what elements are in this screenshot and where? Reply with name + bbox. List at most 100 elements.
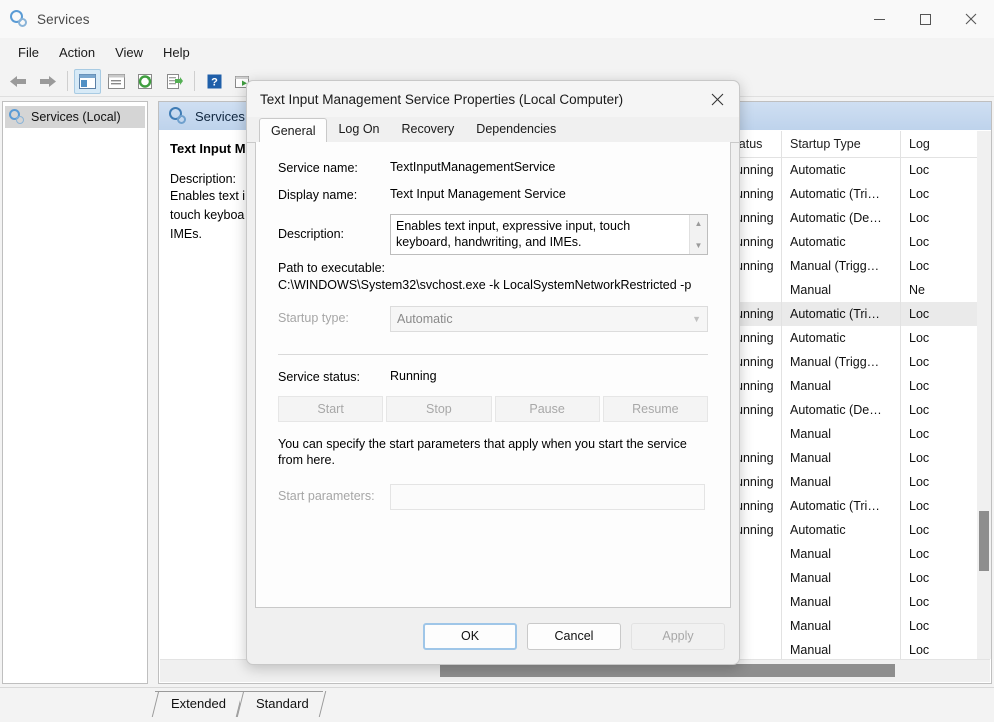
cell-startup: Manual bbox=[782, 427, 900, 441]
tab-log-on[interactable]: Log On bbox=[327, 117, 390, 142]
cell-logon: Loc bbox=[901, 451, 941, 465]
close-icon bbox=[711, 93, 724, 106]
table-row[interactable]: RunningAutomatic (Tri…Loc bbox=[719, 302, 977, 326]
properties-icon[interactable] bbox=[103, 69, 130, 94]
tab-extended[interactable]: Extended bbox=[155, 691, 240, 715]
horizontal-scrollbar-thumb[interactable] bbox=[440, 664, 895, 677]
description-text: Enables text input, expressive input, to… bbox=[396, 219, 630, 249]
cell-startup: Automatic bbox=[782, 235, 900, 249]
table-row[interactable]: RunningAutomatic (De…Loc bbox=[719, 398, 977, 422]
column-header-log-on-as[interactable]: Log bbox=[901, 137, 941, 151]
table-row[interactable]: ManualNe bbox=[719, 278, 977, 302]
table-row[interactable]: ManualLoc bbox=[719, 422, 977, 446]
cell-startup: Manual bbox=[782, 475, 900, 489]
start-button[interactable]: Start bbox=[278, 396, 383, 422]
cancel-button[interactable]: Cancel bbox=[527, 623, 621, 650]
cell-logon: Loc bbox=[901, 355, 941, 369]
sidebar-item-label: Services (Local) bbox=[31, 110, 121, 124]
service-name-value: TextInputManagementService bbox=[390, 160, 555, 174]
scroll-up-icon[interactable]: ▲ bbox=[690, 216, 707, 231]
cell-startup: Automatic bbox=[782, 163, 900, 177]
list-vertical-scrollbar[interactable] bbox=[977, 131, 991, 659]
description-scrollbar[interactable]: ▲ ▼ bbox=[689, 215, 707, 254]
table-row[interactable]: RunningAutomaticLoc bbox=[719, 518, 977, 542]
cell-startup: Manual bbox=[782, 571, 900, 585]
view-mode-tabs: Extended Standard bbox=[0, 687, 994, 722]
table-row[interactable]: RunningAutomatic (Tri…Loc bbox=[719, 494, 977, 518]
menu-action[interactable]: Action bbox=[49, 41, 105, 64]
dialog-title-bar: Text Input Management Service Properties… bbox=[247, 81, 739, 117]
table-row[interactable]: RunningAutomaticLoc bbox=[719, 230, 977, 254]
cell-startup: Manual bbox=[782, 619, 900, 633]
sidebar-item-services-local[interactable]: Services (Local) bbox=[5, 106, 145, 128]
menu-help[interactable]: Help bbox=[153, 41, 200, 64]
service-control-buttons: Start Stop Pause Resume bbox=[278, 396, 708, 422]
tab-standard[interactable]: Standard bbox=[240, 691, 323, 715]
cell-logon: Loc bbox=[901, 259, 941, 273]
start-parameters-hint: You can specify the start parameters tha… bbox=[278, 436, 708, 468]
refresh-icon[interactable] bbox=[132, 69, 159, 94]
table-row[interactable]: RunningManualLoc bbox=[719, 446, 977, 470]
close-button[interactable] bbox=[948, 0, 994, 38]
table-row[interactable]: RunningAutomatic (De…Loc bbox=[719, 206, 977, 230]
table-row[interactable]: RunningManual (Trigg…Loc bbox=[719, 254, 977, 278]
services-gear-icon bbox=[169, 107, 187, 125]
description-textarea[interactable]: Enables text input, expressive input, to… bbox=[390, 214, 708, 255]
cell-startup: Automatic (Tri… bbox=[782, 187, 900, 201]
ok-button[interactable]: OK bbox=[423, 623, 517, 650]
tab-dependencies[interactable]: Dependencies bbox=[465, 117, 567, 142]
table-row[interactable]: ManualLoc bbox=[719, 542, 977, 566]
tab-general[interactable]: General bbox=[259, 118, 327, 143]
cell-logon: Loc bbox=[901, 475, 941, 489]
cell-logon: Loc bbox=[901, 427, 941, 441]
back-arrow-icon[interactable] bbox=[5, 69, 32, 94]
services-table: Status Startup Type Log RunningAutomatic… bbox=[719, 131, 977, 659]
service-status-value: Running bbox=[390, 369, 437, 384]
cell-startup: Manual bbox=[782, 283, 900, 297]
cell-logon: Loc bbox=[901, 499, 941, 513]
startup-type-select[interactable]: Automatic ▼ bbox=[390, 306, 708, 332]
table-row[interactable]: RunningAutomaticLoc bbox=[719, 326, 977, 350]
cell-logon: Loc bbox=[901, 379, 941, 393]
table-row[interactable]: ManualLoc bbox=[719, 614, 977, 638]
stop-button[interactable]: Stop bbox=[386, 396, 491, 422]
table-header-row: Status Startup Type Log bbox=[719, 131, 977, 158]
dialog-close-button[interactable] bbox=[695, 81, 739, 117]
start-parameters-input[interactable] bbox=[390, 484, 705, 510]
scroll-down-icon[interactable]: ▼ bbox=[690, 238, 707, 253]
tab-recovery[interactable]: Recovery bbox=[391, 117, 466, 142]
forward-arrow-icon[interactable] bbox=[34, 69, 61, 94]
table-row[interactable]: ManualLoc bbox=[719, 566, 977, 590]
service-properties-dialog: Text Input Management Service Properties… bbox=[246, 80, 740, 665]
minimize-button[interactable] bbox=[856, 0, 902, 38]
description-row: Description: Enables text input, express… bbox=[278, 214, 708, 255]
show-hide-tree-icon[interactable] bbox=[74, 69, 101, 94]
cell-startup: Manual bbox=[782, 547, 900, 561]
table-row[interactable]: RunningManualLoc bbox=[719, 374, 977, 398]
resume-button[interactable]: Resume bbox=[603, 396, 708, 422]
table-row[interactable]: ManualLoc bbox=[719, 590, 977, 614]
vertical-scrollbar-thumb[interactable] bbox=[979, 511, 989, 571]
help-icon[interactable]: ? bbox=[201, 69, 228, 94]
maximize-button[interactable] bbox=[902, 0, 948, 38]
window-title-bar: Services bbox=[0, 0, 994, 38]
cell-startup: Manual (Trigg… bbox=[782, 355, 900, 369]
dialog-title: Text Input Management Service Properties… bbox=[260, 92, 623, 107]
path-to-executable-block: Path to executable: C:\WINDOWS\System32\… bbox=[278, 261, 708, 292]
export-list-icon[interactable] bbox=[161, 69, 188, 94]
table-row[interactable]: RunningAutomaticLoc bbox=[719, 158, 977, 182]
menu-file[interactable]: File bbox=[8, 41, 49, 64]
table-row[interactable]: RunningManualLoc bbox=[719, 470, 977, 494]
table-row[interactable]: RunningManual (Trigg…Loc bbox=[719, 350, 977, 374]
cell-logon: Ne bbox=[901, 283, 941, 297]
table-row[interactable]: ManualLoc bbox=[719, 638, 977, 659]
apply-button[interactable]: Apply bbox=[631, 623, 725, 650]
display-name-row: Display name: Text Input Management Serv… bbox=[278, 187, 708, 202]
column-header-startup-type[interactable]: Startup Type bbox=[782, 137, 900, 151]
dialog-tabs: General Log On Recovery Dependencies bbox=[247, 117, 739, 143]
chevron-down-icon: ▼ bbox=[692, 314, 701, 324]
menu-view[interactable]: View bbox=[105, 41, 153, 64]
table-row[interactable]: RunningAutomatic (Tri…Loc bbox=[719, 182, 977, 206]
pause-button[interactable]: Pause bbox=[495, 396, 600, 422]
start-parameters-row: Start parameters: bbox=[278, 484, 708, 510]
